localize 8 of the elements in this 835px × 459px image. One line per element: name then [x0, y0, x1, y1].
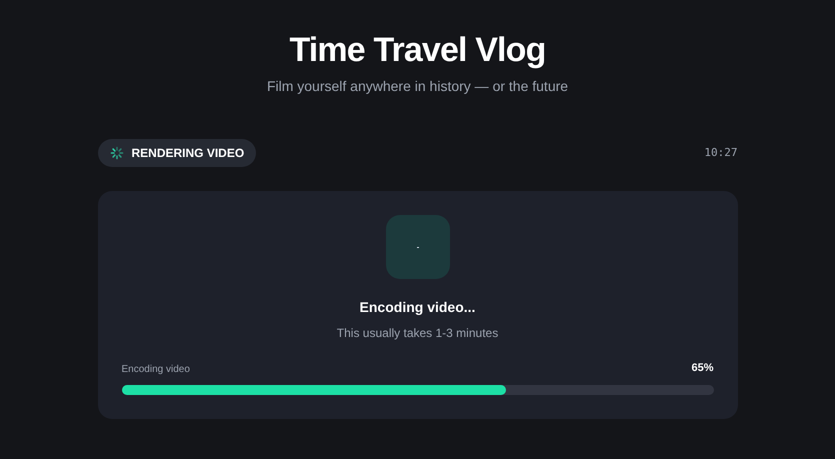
progress-label: Encoding video: [122, 362, 190, 376]
card-heading: Encoding video...: [360, 298, 476, 317]
timer: 10:27: [704, 144, 738, 161]
progress-reading: 65%: [691, 361, 714, 376]
card-note: This usually takes 1-3 minutes: [336, 325, 498, 342]
page-subtitle: Film yourself anywhere in history — or the future: [266, 77, 568, 96]
status-label: RENDERING VIDEO: [132, 145, 244, 162]
page-title: Time Travel Vlog: [290, 30, 546, 70]
